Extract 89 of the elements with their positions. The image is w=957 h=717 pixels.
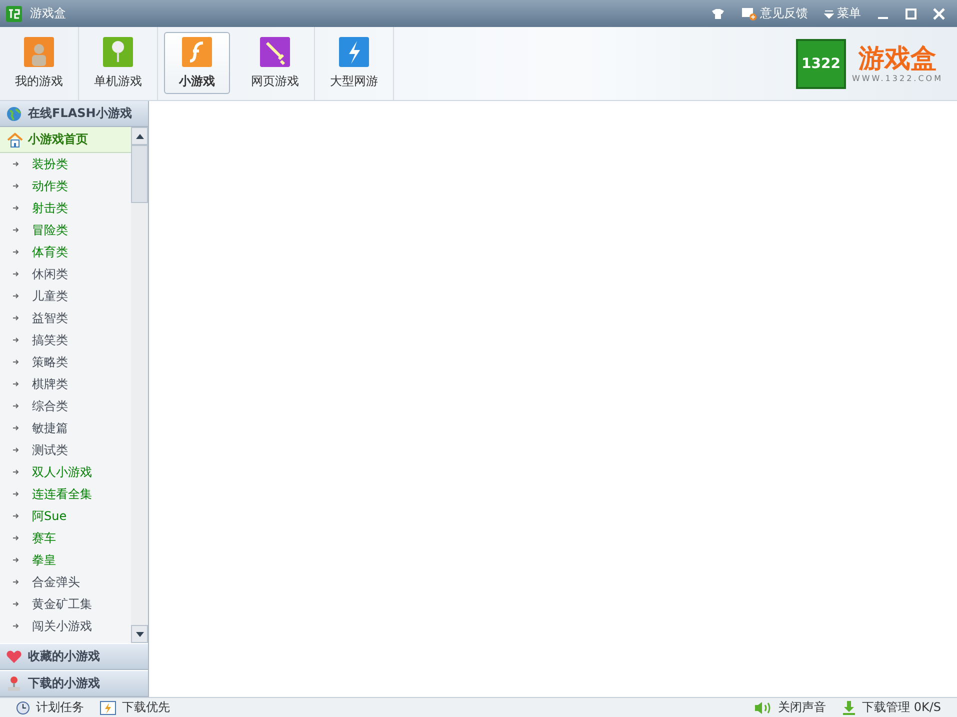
nav-tab[interactable]: 大型网游	[315, 27, 394, 100]
arrow-icon	[13, 161, 19, 167]
category-link[interactable]: 连连看全集	[32, 486, 92, 502]
arrow-icon	[13, 403, 19, 409]
scroll-thumb[interactable]	[131, 145, 148, 203]
speaker-icon	[754, 700, 772, 714]
download-icon	[842, 700, 856, 714]
arrow-icon	[13, 293, 19, 299]
globe-icon	[6, 106, 22, 122]
caret-icon	[824, 8, 834, 18]
sidebar-section[interactable]: 下载的小游戏	[0, 670, 148, 697]
clock-icon	[16, 700, 30, 714]
arrow-icon	[13, 425, 19, 431]
lightning-icon	[338, 37, 370, 67]
category-link[interactable]: 棋牌类	[32, 376, 68, 392]
category-link[interactable]: 敏捷篇	[32, 420, 68, 436]
category-link[interactable]: 射击类	[32, 200, 68, 216]
lightning-icon	[100, 700, 116, 714]
shirt-icon[interactable]	[711, 8, 725, 20]
arrow-icon	[13, 337, 19, 343]
arrow-icon	[13, 623, 19, 629]
arrow-icon	[13, 315, 19, 321]
arrow-icon	[13, 227, 19, 233]
sidebar-section-label: 下载的小游戏	[28, 675, 100, 692]
category-link[interactable]: 益智类	[32, 310, 68, 326]
category-link[interactable]: 测试类	[32, 442, 68, 458]
flash-icon	[181, 36, 213, 66]
arrow-icon	[13, 381, 19, 387]
status-button[interactable]: 关闭声音	[750, 699, 830, 716]
category-link[interactable]: 冒险类	[32, 222, 68, 238]
nav-tab[interactable]: 网页游戏	[236, 27, 315, 100]
pin-icon	[102, 37, 134, 67]
arrow-icon	[13, 183, 19, 189]
scroll-down-button[interactable]	[131, 625, 148, 643]
category-link[interactable]: 儿童类	[32, 288, 68, 304]
sidebar-section[interactable]: 收藏的小游戏	[0, 643, 148, 670]
arrow-icon	[13, 579, 19, 585]
logo-url: WWW.1322.COM	[852, 74, 943, 83]
up-arrow-icon	[136, 134, 144, 138]
sidebar-header-label: 在线FLASH小游戏	[28, 105, 132, 122]
person-icon	[23, 37, 55, 67]
nav-tab[interactable]: 我的游戏	[0, 27, 79, 100]
arrow-icon	[13, 535, 19, 541]
category-link[interactable]: 闯关小游戏	[32, 618, 92, 634]
category-link[interactable]: 策略类	[32, 354, 68, 370]
arrow-icon	[13, 359, 19, 365]
category-link[interactable]: 动作类	[32, 178, 68, 194]
close-icon[interactable]	[933, 8, 945, 20]
arrow-icon	[13, 557, 19, 563]
status-button[interactable]: 下载管理 0K/S	[838, 699, 945, 716]
scrollbar[interactable]	[131, 127, 148, 643]
logo-mark: 1322	[796, 38, 846, 88]
arrow-icon	[13, 271, 19, 277]
category-link[interactable]: 合金弹头	[32, 574, 80, 590]
category-link[interactable]: 搞笑类	[32, 332, 68, 348]
status-button[interactable]: 计划任务	[12, 699, 88, 716]
heart-icon	[6, 650, 22, 664]
down-arrow-icon	[136, 632, 144, 636]
category-link[interactable]: 黄金矿工集	[32, 596, 92, 612]
category-link[interactable]: 阿Sue	[32, 508, 67, 524]
arrow-icon	[13, 447, 19, 453]
status-button[interactable]: 下载优先	[96, 699, 174, 716]
category-link[interactable]: 休闲类	[32, 266, 68, 282]
arrow-icon	[13, 249, 19, 255]
nav-tab[interactable]: 小游戏	[164, 32, 230, 94]
home-item[interactable]: 小游戏首页	[0, 127, 131, 153]
arrow-icon	[13, 513, 19, 519]
app-logo-icon	[6, 6, 22, 22]
category-link[interactable]: 双人小游戏	[32, 464, 92, 480]
arrow-icon	[13, 491, 19, 497]
logo-name: 游戏盒	[858, 44, 936, 74]
category-link[interactable]: 赛车	[32, 530, 56, 546]
feedback-icon	[741, 6, 757, 20]
arrow-icon	[13, 205, 19, 211]
window-title: 游戏盒	[30, 5, 66, 22]
house-icon	[7, 132, 23, 148]
category-link[interactable]: 体育类	[32, 244, 68, 260]
sidebar-section-label: 收藏的小游戏	[28, 648, 100, 665]
nav-tab[interactable]: 单机游戏	[79, 27, 158, 100]
category-link[interactable]: 装扮类	[32, 156, 68, 172]
joystick-icon	[6, 676, 22, 692]
category-link[interactable]: 拳皇	[32, 552, 56, 568]
scroll-up-button[interactable]	[131, 127, 148, 145]
category-link[interactable]: 综合类	[32, 398, 68, 414]
arrow-icon	[13, 469, 19, 475]
sword-icon	[259, 37, 291, 67]
sidebar-header[interactable]: 在线FLASH小游戏	[0, 101, 148, 127]
maximize-icon[interactable]	[905, 8, 917, 20]
arrow-icon	[13, 601, 19, 607]
